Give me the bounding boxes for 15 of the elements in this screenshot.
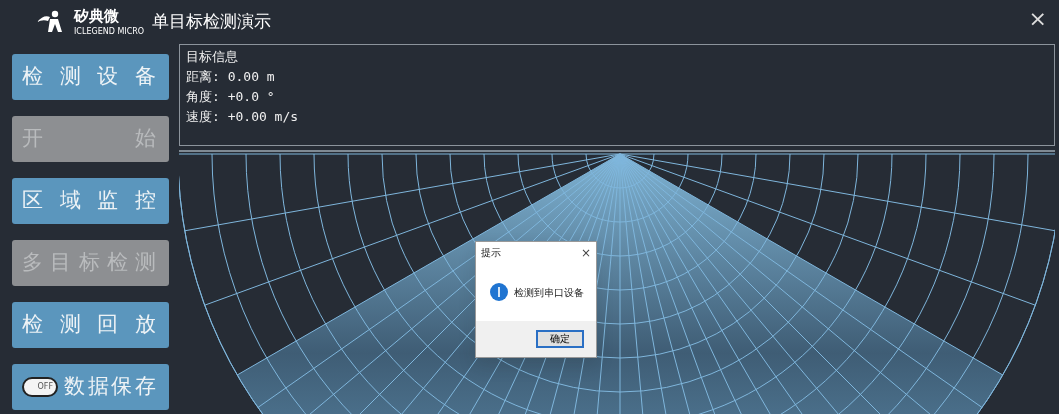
ok-button[interactable]: 确定 xyxy=(536,330,584,348)
window-title: 单目标检测演示 xyxy=(152,10,272,34)
info-line: 距离: 0.00 m xyxy=(186,68,276,86)
info-icon xyxy=(490,283,508,301)
info-line: 速度: +0.00 m/s xyxy=(186,108,300,126)
dialog-message: 检测到串口设备 xyxy=(514,285,584,300)
save-toggle-button[interactable]: OFF 数据保存 xyxy=(12,364,169,410)
logo-text: 矽典微 xyxy=(74,8,120,24)
close-button[interactable]: × xyxy=(1026,8,1049,30)
toggle-switch[interactable]: OFF xyxy=(22,377,58,397)
info-title: 目标信息 xyxy=(186,48,239,66)
close-button[interactable]: × xyxy=(580,245,591,260)
info-line: 角度: +0.0 ° xyxy=(186,88,276,106)
logo-subtitle: ICLEGEND MICRO xyxy=(74,27,145,36)
dialog-title: 提示 xyxy=(481,246,501,260)
